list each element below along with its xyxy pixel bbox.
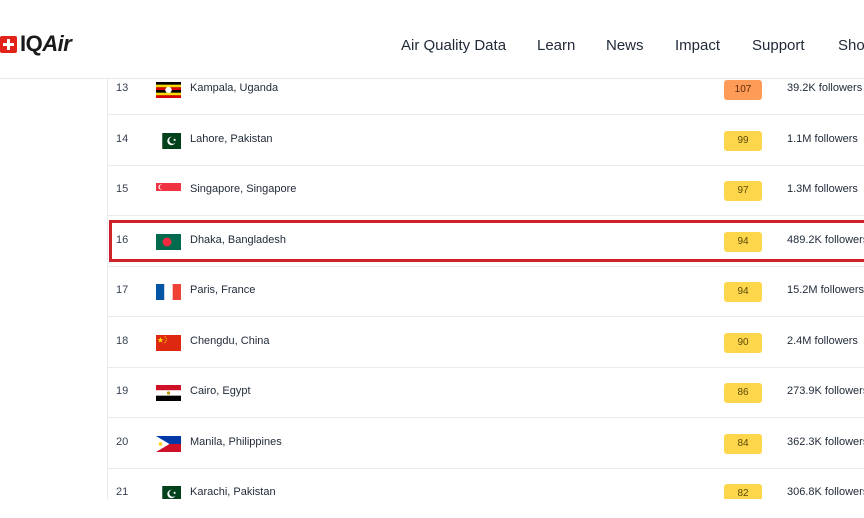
table-row[interactable]: 13 Kampala, Uganda 107 39.2K followers xyxy=(108,79,864,115)
table-row[interactable]: 14 Lahore, Pakistan 99 1.1M followers xyxy=(108,116,864,166)
followers-count: 1.1M followers xyxy=(787,132,858,145)
nav-impact[interactable]: Impact xyxy=(675,37,720,55)
aqi-badge: 107 xyxy=(724,80,762,100)
aqi-badge: 90 xyxy=(724,332,762,353)
city-ranking-table: 13 Kampala, Uganda 107 39.2K followers 14 Lah… xyxy=(107,79,864,499)
bangladesh-flag-icon xyxy=(156,233,181,250)
uganda-flag-icon xyxy=(156,82,181,98)
table-row[interactable]: 18 Chengdu, China 90 2.4M followers xyxy=(108,318,864,368)
table-row[interactable]: 19 Cairo, Egypt 86 273.9K followers xyxy=(108,368,864,418)
nav-news[interactable]: News xyxy=(606,37,644,55)
rank-number: 17 xyxy=(116,284,129,296)
table-row[interactable]: 15 Singapore, Singapore 97 1.3M followers xyxy=(108,166,864,216)
rank-number: 16 xyxy=(116,233,129,246)
followers-count: 1.3M followers xyxy=(787,183,858,195)
aqi-badge: 86 xyxy=(724,383,762,403)
china-flag-icon xyxy=(156,334,181,351)
nav-shop[interactable]: Sho xyxy=(838,37,864,55)
aqi-badge: 99 xyxy=(724,130,762,151)
rank-number: 19 xyxy=(116,385,129,397)
followers-count: 273.9K followers xyxy=(787,385,864,397)
city-name[interactable]: Kampala, Uganda xyxy=(190,82,278,94)
rank-number: 18 xyxy=(116,334,129,347)
table-row[interactable]: 16 Dhaka, Bangladesh 94 489.2K followers xyxy=(108,217,864,267)
followers-count: 15.2M followers xyxy=(787,284,864,296)
followers-count: 489.2K followers xyxy=(787,233,864,246)
city-name[interactable]: Dhaka, Bangladesh xyxy=(190,234,286,246)
rank-number: 14 xyxy=(116,132,129,145)
site-header: IQAir Air Quality Data Learn News Impact… xyxy=(0,0,864,79)
philippines-flag-icon xyxy=(156,435,181,452)
city-name[interactable]: Manila, Philippines xyxy=(190,436,282,448)
rank-number: 13 xyxy=(116,82,129,94)
table-row[interactable]: 20 Manila, Philippines 84 362.3K followers xyxy=(108,419,864,469)
main-nav: Air Quality Data Learn News Impact Suppo… xyxy=(0,37,864,55)
table-row[interactable]: 21 Karachi, Pakistan 82 306.8K followers xyxy=(108,469,864,499)
egypt-flag-icon xyxy=(156,385,181,401)
rank-number: 21 xyxy=(116,486,129,498)
pakistan-flag-icon xyxy=(156,132,181,149)
nav-support[interactable]: Support xyxy=(752,37,805,55)
nav-air-quality-data[interactable]: Air Quality Data xyxy=(401,37,506,55)
city-name[interactable]: Cairo, Egypt xyxy=(190,385,251,397)
followers-count: 306.8K followers xyxy=(787,486,864,498)
singapore-flag-icon xyxy=(156,183,181,199)
city-name[interactable]: Lahore, Pakistan xyxy=(190,133,273,145)
followers-count: 362.3K followers xyxy=(787,435,864,448)
rank-number: 15 xyxy=(116,183,129,195)
aqi-badge: 94 xyxy=(724,282,762,302)
city-name[interactable]: Paris, France xyxy=(190,284,255,296)
city-name[interactable]: Singapore, Singapore xyxy=(190,183,296,195)
city-name[interactable]: Chengdu, China xyxy=(190,335,270,347)
table-row[interactable]: 17 Paris, France 94 15.2M followers xyxy=(108,267,864,317)
rank-number: 20 xyxy=(116,435,129,448)
nav-learn[interactable]: Learn xyxy=(537,37,575,55)
aqi-badge: 84 xyxy=(724,433,762,454)
followers-count: 2.4M followers xyxy=(787,334,858,347)
city-name[interactable]: Karachi, Pakistan xyxy=(190,486,276,498)
aqi-badge: 82 xyxy=(724,484,762,499)
pakistan-flag-icon xyxy=(156,486,181,499)
followers-count: 39.2K followers xyxy=(787,82,863,94)
france-flag-icon xyxy=(156,284,181,300)
aqi-badge: 94 xyxy=(724,231,762,252)
aqi-badge: 97 xyxy=(724,181,762,201)
